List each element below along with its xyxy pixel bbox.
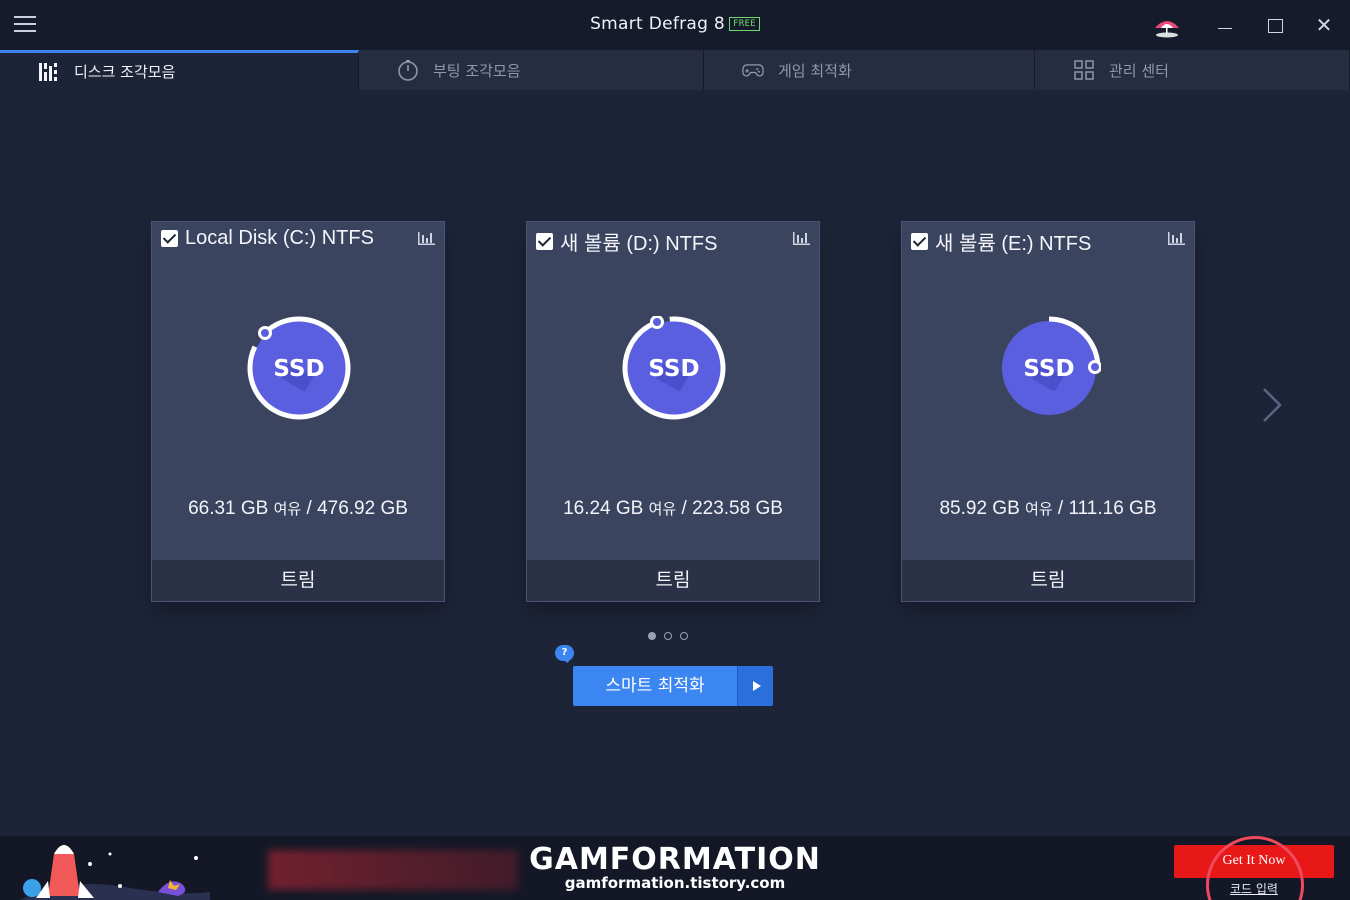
trim-button[interactable]: 트림 — [902, 560, 1194, 601]
watermark-title: GAMFORMATION — [529, 842, 821, 877]
disk-title: Local Disk (C:) NTFS — [185, 227, 374, 249]
ssd-label: SSD — [273, 356, 324, 382]
disk-card-e[interactable]: 새 볼륨 (E:) NTFS SSD 85.92 GB 여유 / 111.16 … — [901, 221, 1195, 602]
total-space: 223.58 GB — [692, 498, 783, 519]
maximize-button[interactable] — [1262, 12, 1288, 38]
gamepad-icon — [742, 64, 764, 77]
tab-label: 관리 센터 — [1109, 61, 1169, 80]
disk-card-c[interactable]: Local Disk (C:) NTFS SSD 66.31 GB 여유 / 4… — [151, 221, 445, 602]
disk-checkbox[interactable] — [536, 233, 553, 250]
disk-checkbox[interactable] — [161, 230, 178, 247]
close-button[interactable]: ✕ — [1311, 12, 1337, 38]
watermark-subtitle: gamformation.tistory.com — [564, 874, 786, 892]
help-icon[interactable]: ? — [555, 645, 574, 663]
tab-action-center[interactable]: 관리 센터 — [1035, 50, 1350, 90]
disk-space: 85.92 GB 여유 / 111.16 GB — [902, 498, 1194, 520]
bar-chart-icon[interactable] — [1168, 230, 1185, 245]
bar-chart-icon[interactable] — [418, 230, 435, 245]
page-dot[interactable] — [664, 632, 672, 640]
blurred-ad-text — [268, 850, 518, 890]
ssd-disc-icon: SSD — [622, 316, 726, 420]
tab-disk-defrag[interactable]: 디스크 조각모음 — [0, 50, 359, 90]
ssd-disc-icon: SSD — [1002, 316, 1101, 415]
total-space: 111.16 GB — [1068, 498, 1157, 519]
enter-code-link[interactable]: 코드 입력 — [1214, 880, 1294, 897]
tab-boot-defrag[interactable]: 부팅 조각모음 — [359, 50, 704, 90]
separator: / — [681, 498, 687, 519]
free-word: 여유 — [1025, 501, 1053, 518]
tab-label: 게임 최적화 — [778, 61, 852, 80]
free-word: 여유 — [273, 501, 302, 518]
tab-game-optimize[interactable]: 게임 최적화 — [704, 50, 1035, 90]
disk-card-d[interactable]: 새 볼륨 (D:) NTFS SSD 16.24 GB 여유 / 223.58 … — [526, 221, 820, 602]
main-tabs: 디스크 조각모음 부팅 조각모음 게임 최적화 관리 센터 — [0, 50, 1350, 90]
tab-label: 부팅 조각모음 — [433, 61, 521, 80]
ssd-label: SSD — [648, 356, 699, 382]
separator: / — [1057, 498, 1064, 519]
rocket-illustration-icon — [20, 845, 210, 900]
free-space: 66.31 GB — [188, 498, 269, 519]
grid-icon — [1074, 60, 1094, 80]
free-word: 여유 — [648, 501, 677, 518]
smart-optimize-button[interactable]: 스마트 최적화 — [573, 666, 737, 706]
trim-button[interactable]: 트림 — [527, 560, 819, 601]
title-bar: Smart Defrag 8 FREE ✕ — [0, 0, 1350, 50]
page-indicator — [648, 632, 688, 640]
trim-button[interactable]: 트림 — [152, 560, 444, 601]
tab-label: 디스크 조각모음 — [74, 63, 176, 81]
page-dot[interactable] — [680, 632, 688, 640]
free-space: 85.92 GB — [939, 498, 1020, 519]
umbrella-promo-icon[interactable] — [1152, 14, 1182, 40]
separator: / — [306, 498, 312, 519]
minimize-button[interactable] — [1212, 12, 1238, 38]
total-space: 476.92 GB — [317, 498, 408, 519]
page-dot[interactable] — [648, 632, 656, 640]
disk-space: 66.31 GB 여유 / 476.92 GB — [152, 498, 444, 520]
boot-timer-icon — [398, 60, 418, 81]
app-name: Smart Defrag 8 — [590, 14, 726, 34]
app-title: Smart Defrag 8 FREE — [0, 14, 1350, 34]
card-header: 새 볼륨 (D:) NTFS — [536, 227, 717, 256]
ssd-label: SSD — [1023, 356, 1074, 382]
get-it-now-label[interactable]: Get It Now — [1174, 853, 1334, 869]
chevron-right-icon[interactable] — [1260, 386, 1284, 424]
free-space: 16.24 GB — [563, 498, 644, 519]
ssd-disc-icon: SSD — [247, 316, 351, 420]
card-header: Local Disk (C:) NTFS — [161, 227, 374, 250]
disk-title: 새 볼륨 (D:) NTFS — [560, 233, 718, 255]
disk-title: 새 볼륨 (E:) NTFS — [935, 233, 1092, 255]
promo-banner: GAMFORMATION gamformation.tistory.com Ge… — [0, 836, 1350, 900]
disk-checkbox[interactable] — [911, 233, 928, 250]
free-badge: FREE — [729, 17, 760, 31]
bar-chart-icon[interactable] — [793, 230, 810, 245]
disk-defrag-icon — [39, 62, 57, 81]
optimize-dropdown-button[interactable] — [737, 666, 773, 706]
disk-space: 16.24 GB 여유 / 223.58 GB — [527, 498, 819, 520]
card-header: 새 볼륨 (E:) NTFS — [911, 227, 1091, 256]
